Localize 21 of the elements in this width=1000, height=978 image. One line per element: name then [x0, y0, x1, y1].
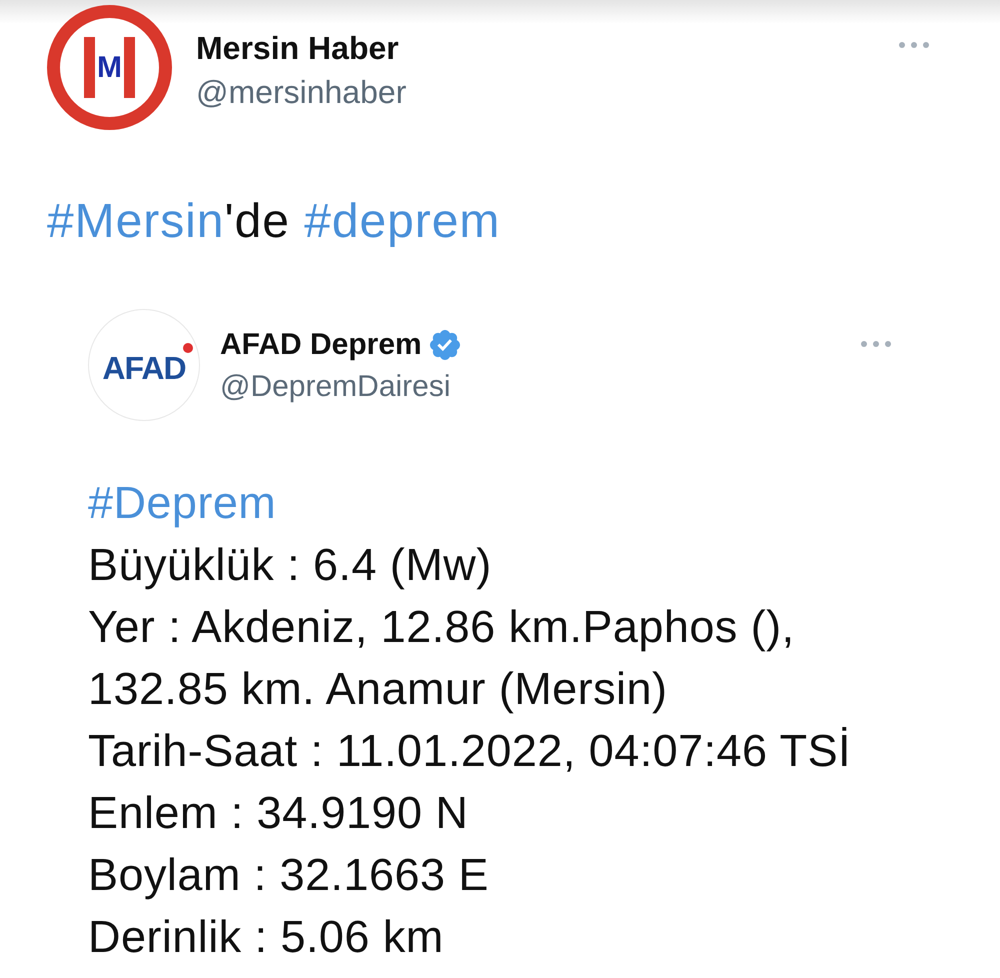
tweet-text: #Mersin'de #deprem [47, 194, 502, 250]
tweet-line: Büyüklük : 6.4 (Mw) [88, 538, 493, 592]
author-name[interactable]: Mersin Haber [196, 29, 406, 67]
author-name[interactable]: AFAD Deprem [220, 326, 422, 364]
more-icon[interactable] [861, 341, 891, 347]
author-handle[interactable]: @DepremDairesi [220, 368, 460, 406]
avatar[interactable]: AFAD [88, 309, 200, 421]
flag-dot-icon [183, 343, 193, 353]
tweet-line: Tarih-Saat : 11.01.2022, 04:07:46 TSİ [88, 724, 852, 778]
logo-text: AFAD [102, 352, 186, 384]
tweet-line: Boylam : 32.1663 E [88, 848, 490, 902]
hashtag-link[interactable]: #Deprem [88, 472, 276, 534]
avatar[interactable]: M [47, 5, 172, 130]
author-handle[interactable]: @mersinhaber [196, 73, 406, 111]
tweet-line: Yer : Akdeniz, 12.86 km.Paphos (), 132.85 km. Anamur (Mersin) [88, 600, 796, 716]
hashtag-link[interactable]: #deprem [304, 195, 500, 248]
more-icon[interactable] [899, 42, 929, 48]
logo-text: M [84, 37, 135, 98]
tweet-line: Enlem : 34.9190 N [88, 786, 470, 840]
tweet-line: Derinlik : 5.06 km [88, 910, 445, 964]
hashtag-link[interactable]: #Mersin [47, 195, 224, 248]
